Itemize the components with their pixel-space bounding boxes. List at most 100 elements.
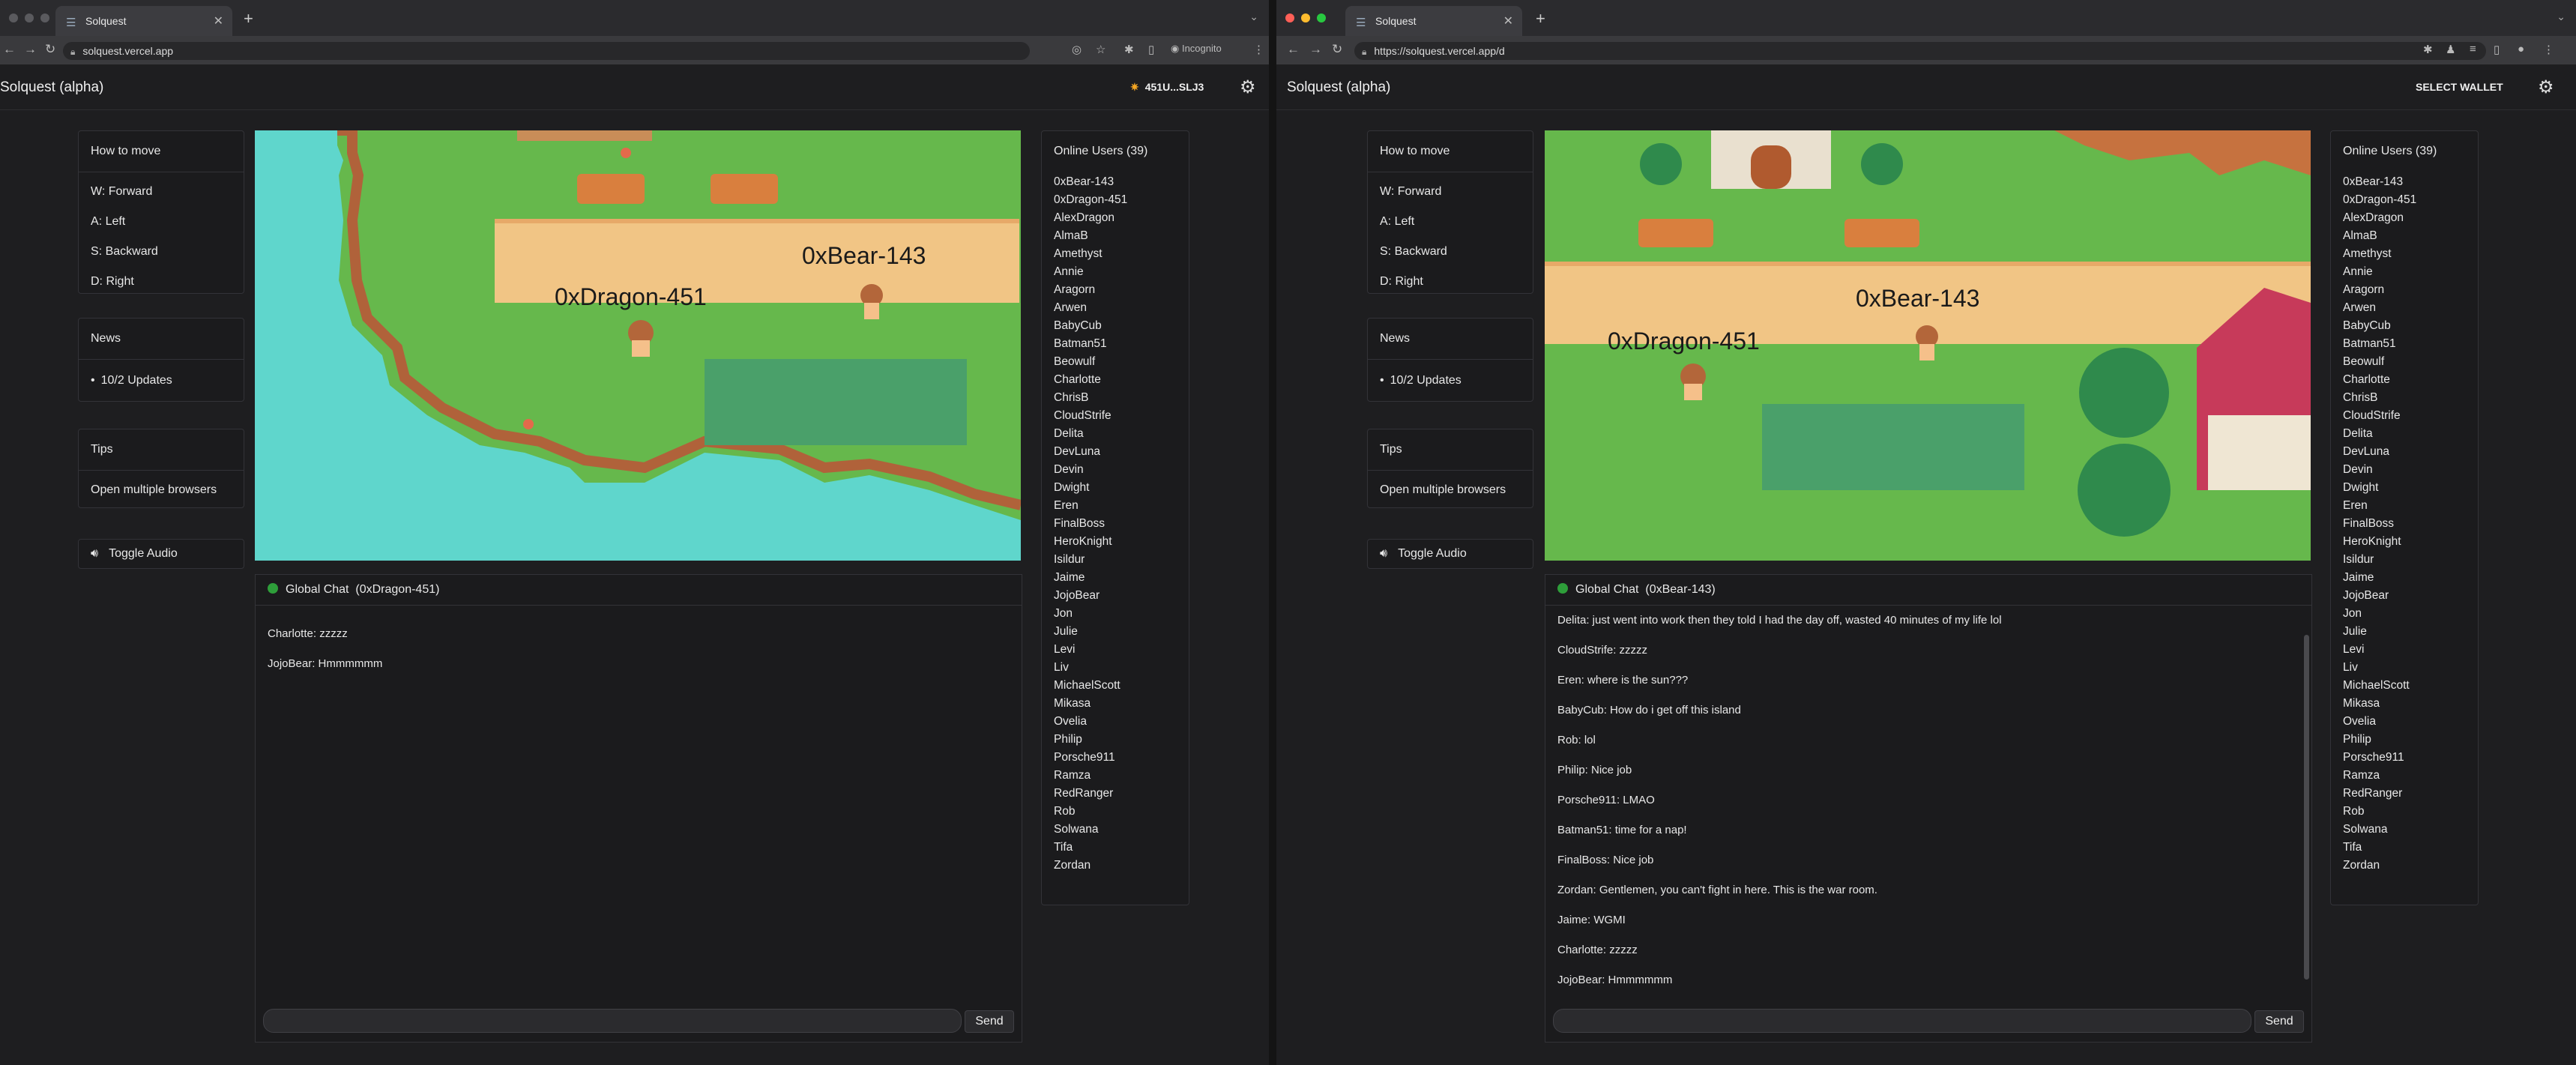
move-backward-hint: S: Backward bbox=[91, 245, 158, 258]
minimize-window-button[interactable] bbox=[1301, 13, 1310, 22]
back-icon[interactable]: ← bbox=[1287, 42, 1300, 57]
tab-search-icon[interactable]: ⌄ bbox=[2557, 10, 2566, 23]
how-to-move-title: How to move bbox=[1368, 131, 1533, 172]
close-window-button[interactable] bbox=[1285, 13, 1294, 22]
online-user: Solwana bbox=[1054, 823, 1099, 836]
game-canvas[interactable]: 0xDragon-451 0xBear-143 bbox=[255, 130, 1021, 561]
chat-message: Zordan: Gentlemen, you can't fight in he… bbox=[1557, 884, 1877, 896]
online-user: Jaime bbox=[1054, 571, 1085, 584]
online-user: 0xBear-143 bbox=[2343, 175, 2404, 188]
move-forward-hint: W: Forward bbox=[91, 185, 153, 198]
online-user: Philip bbox=[1054, 733, 1082, 746]
back-icon[interactable]: ← bbox=[3, 42, 16, 57]
chat-title: Global Chat (0xBear-143) bbox=[1575, 583, 1716, 596]
online-user: Zordan bbox=[2343, 859, 2380, 872]
forward-icon[interactable]: → bbox=[24, 42, 37, 57]
profile-icon[interactable]: ♟ bbox=[2446, 43, 2455, 56]
menu-icon[interactable]: ⋮ bbox=[2543, 43, 2554, 56]
online-user: Porsche911 bbox=[1054, 751, 1115, 764]
media-icon[interactable]: ≡ bbox=[2470, 43, 2476, 55]
gear-icon[interactable]: ⚙ bbox=[2538, 76, 2554, 98]
browser-window-right: ☰ Solquest ✕ + ⌄ ← → ↻ 🔒︎ https://solques… bbox=[1276, 0, 2576, 1065]
reload-icon[interactable]: ↻ bbox=[45, 42, 55, 57]
online-user: Jon bbox=[2343, 607, 2362, 620]
how-to-move-card: How to move W: Forward A: Left S: Backwa… bbox=[78, 130, 244, 294]
online-user: Ramza bbox=[1054, 769, 1091, 782]
chat-messages: Charlotte: zzzzz JojoBear: Hmmmmmm bbox=[256, 606, 1013, 1016]
browser-tab[interactable]: ☰ Solquest ✕ bbox=[55, 6, 232, 36]
online-user: Aragorn bbox=[1054, 283, 1096, 296]
online-user: Jon bbox=[1054, 607, 1073, 620]
move-forward-hint: W: Forward bbox=[1380, 185, 1442, 198]
site-favicon-icon: ☰ bbox=[66, 16, 76, 29]
sidebar-icon[interactable]: ▯ bbox=[2494, 43, 2500, 56]
window-controls bbox=[1285, 13, 1326, 22]
news-title: News bbox=[79, 319, 244, 360]
tab-title: Solquest bbox=[1375, 15, 1417, 27]
send-button[interactable]: Send bbox=[2254, 1010, 2304, 1033]
toggle-audio-button[interactable]: 🔊︎ Toggle Audio bbox=[1367, 539, 1533, 569]
toggle-audio-button[interactable]: 🔊︎ Toggle Audio bbox=[78, 539, 244, 569]
online-user: Levi bbox=[1054, 643, 1076, 656]
news-item[interactable]: • 10/2 Updates bbox=[79, 366, 244, 396]
new-tab-button[interactable]: + bbox=[244, 9, 253, 28]
news-item[interactable]: • 10/2 Updates bbox=[1368, 366, 1533, 396]
chat-title: Global Chat (0xDragon-451) bbox=[286, 583, 440, 596]
extensions-icon[interactable]: ✱ bbox=[2423, 43, 2433, 56]
online-user: RedRanger bbox=[2343, 787, 2403, 800]
online-user: Delita bbox=[1054, 427, 1084, 440]
select-wallet-button[interactable]: SELECT WALLET bbox=[2416, 81, 2503, 93]
online-user: Liv bbox=[1054, 661, 1069, 674]
close-tab-icon[interactable]: ✕ bbox=[1503, 13, 1513, 28]
extensions-icon[interactable]: ✱ bbox=[1124, 43, 1134, 56]
chat-input[interactable] bbox=[1553, 1009, 2251, 1033]
move-right-hint: D: Right bbox=[91, 275, 134, 288]
minimize-window-button[interactable] bbox=[25, 13, 34, 22]
online-user: MichaelScott bbox=[1054, 679, 1120, 692]
account-icon[interactable]: ● bbox=[2518, 43, 2524, 55]
close-tab-icon[interactable]: ✕ bbox=[214, 13, 223, 28]
maximize-window-button[interactable] bbox=[1317, 13, 1326, 22]
maximize-window-button[interactable] bbox=[40, 13, 49, 22]
online-user: FinalBoss bbox=[1054, 517, 1105, 530]
online-user: MichaelScott bbox=[2343, 679, 2410, 692]
game-canvas[interactable]: 0xBear-143 0xDragon-451 bbox=[1545, 130, 2311, 561]
menu-icon[interactable]: ⋮ bbox=[1253, 43, 1264, 56]
online-user: Tifa bbox=[2343, 841, 2362, 854]
chat-message: Jaime: WGMI bbox=[1557, 914, 1626, 926]
online-user: CloudStrife bbox=[2343, 409, 2401, 422]
how-to-move-title: How to move bbox=[79, 131, 244, 172]
chat-message: JojoBear: Hmmmmmm bbox=[1557, 974, 1673, 986]
incognito-badge[interactable]: ◉ Incognito bbox=[1171, 43, 1222, 55]
forward-icon[interactable]: → bbox=[1309, 42, 1322, 57]
close-window-button[interactable] bbox=[9, 13, 18, 22]
app-header: Solquest (alpha) SELECT WALLET ⚙ bbox=[1276, 64, 2576, 110]
url-field[interactable]: 🔒︎ solquest.vercel.app bbox=[63, 42, 1030, 60]
online-user: Charlotte bbox=[2343, 373, 2390, 386]
online-user: Liv bbox=[2343, 661, 2358, 674]
eye-off-icon[interactable]: ◎ bbox=[1072, 43, 1082, 56]
online-users-list: 0xBear-143 0xDragon-451 AlexDragon AlmaB Ame… bbox=[1042, 173, 1189, 875]
bookmark-star-icon[interactable]: ☆ bbox=[1096, 43, 1105, 56]
browser-tab[interactable]: ☰ Solquest ✕ bbox=[1345, 6, 1522, 36]
online-user: Ovelia bbox=[2343, 715, 2376, 728]
chat-message: Philip: Nice job bbox=[1557, 764, 1632, 776]
tab-search-icon[interactable]: ⌄ bbox=[1249, 10, 1258, 23]
send-button[interactable]: Send bbox=[965, 1010, 1014, 1033]
sidebar-icon[interactable]: ▯ bbox=[1148, 43, 1154, 56]
reload-icon[interactable]: ↻ bbox=[1332, 42, 1342, 57]
wallet-button[interactable]: ✷ 451U...SLJ3 bbox=[1130, 81, 1204, 94]
new-tab-button[interactable]: + bbox=[1536, 9, 1545, 28]
wallet-address: 451U...SLJ3 bbox=[1144, 81, 1204, 93]
online-user: Tifa bbox=[1054, 841, 1073, 854]
tips-title: Tips bbox=[1368, 429, 1533, 471]
chat-input[interactable] bbox=[263, 1009, 962, 1033]
online-user: Mikasa bbox=[1054, 697, 1091, 710]
url-field[interactable]: 🔒︎ https://solquest.vercel.app/d bbox=[1354, 42, 2486, 60]
chat-scrollbar[interactable] bbox=[2304, 635, 2309, 980]
tips-card: Tips Open multiple browsers bbox=[78, 429, 244, 508]
gear-icon[interactable]: ⚙ bbox=[1240, 76, 1256, 98]
online-user: 0xDragon-451 bbox=[2343, 193, 2417, 206]
chat-message: Delita: just went into work then they to… bbox=[1557, 614, 2002, 627]
online-user: Mikasa bbox=[2343, 697, 2380, 710]
